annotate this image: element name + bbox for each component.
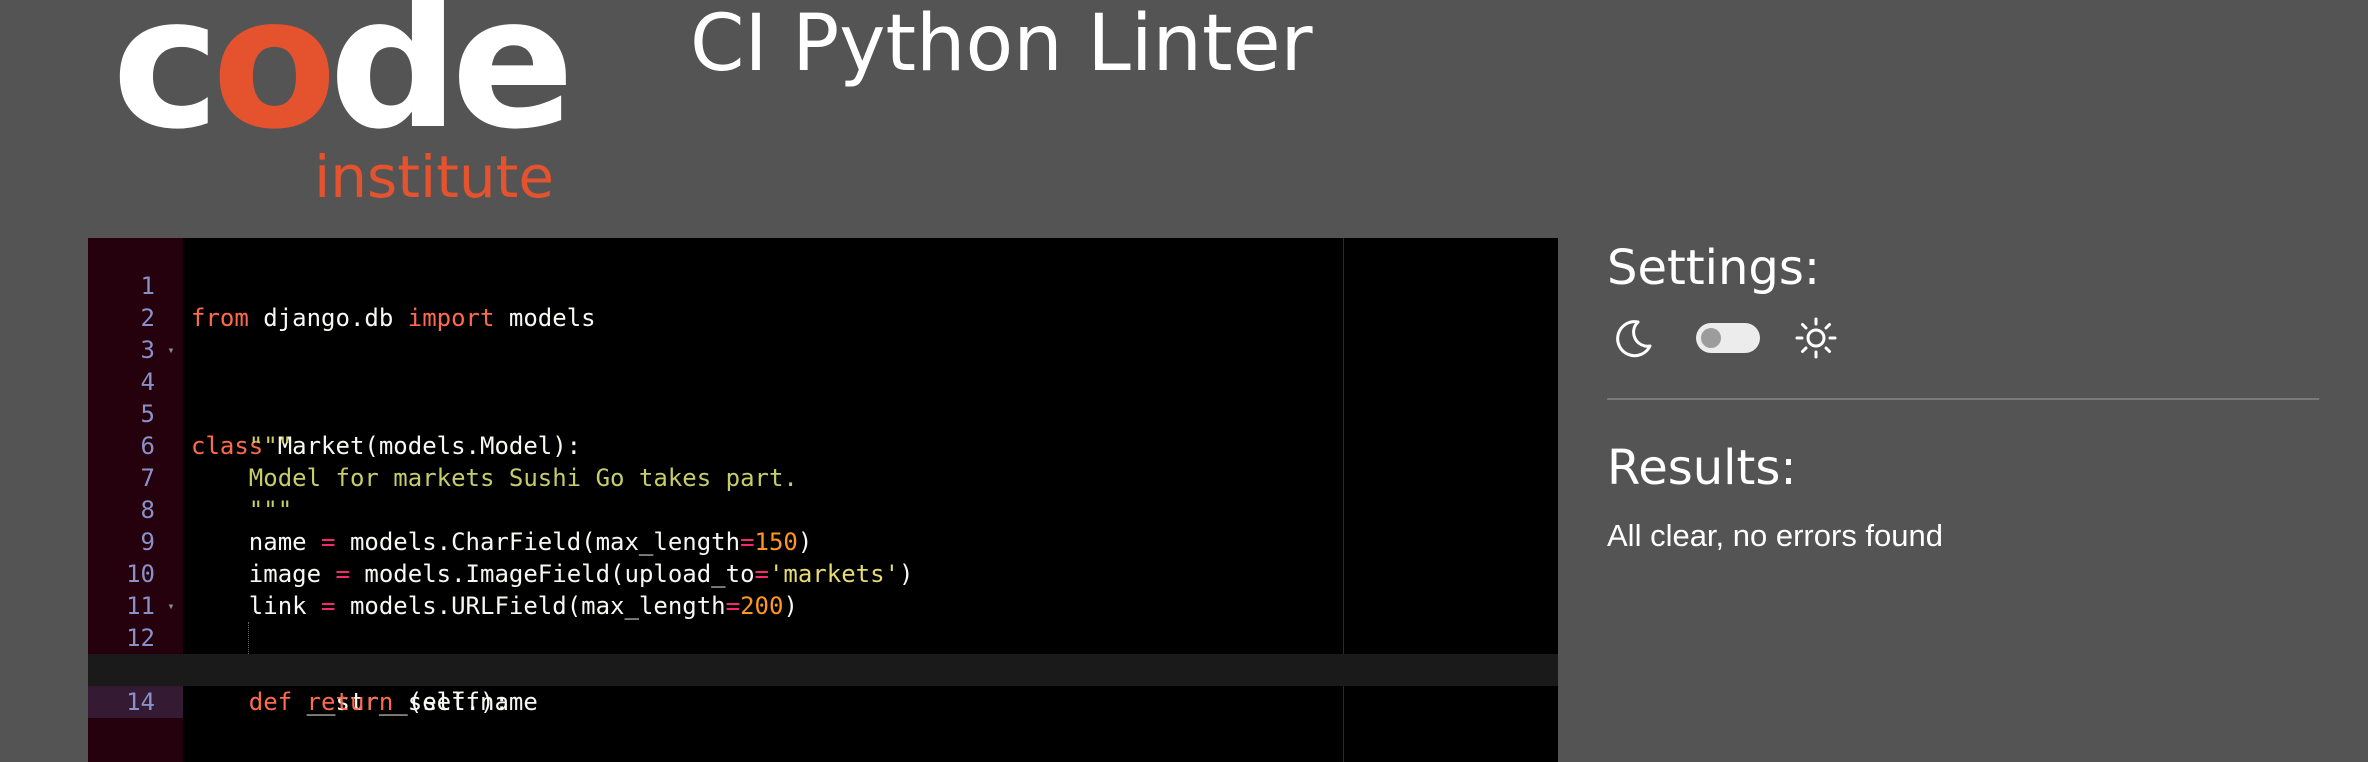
sun-icon <box>1794 316 1838 360</box>
logo-wordmark: code <box>112 0 575 154</box>
code-line-14[interactable]: 14 <box>88 654 1558 718</box>
page-title: CI Python Linter <box>690 0 1313 89</box>
code-line-10[interactable]: 10 link = models.URLField(max_length=200… <box>88 526 1558 620</box>
theme-toggle-switch[interactable] <box>1696 323 1760 353</box>
moon-icon <box>1612 316 1656 360</box>
results-heading: Results: <box>1607 440 1797 496</box>
code-institute-logo: code institute <box>112 0 575 211</box>
line-number: 14 <box>88 686 183 718</box>
code-line-11[interactable]: 11 <box>88 558 1558 620</box>
fold-toggle-icon[interactable]: ▾ <box>164 334 178 366</box>
results-message: All clear, no errors found <box>1607 518 1944 553</box>
code-line-6[interactable]: 6 Model for markets Sushi Go takes part. <box>88 398 1558 492</box>
code-line-9[interactable]: 9 image = models.ImageField(upload_to='m… <box>88 494 1558 588</box>
code-line-4[interactable]: 4 ▾ class Market(models.Model): <box>88 334 1558 460</box>
theme-switcher <box>1612 312 1852 364</box>
code-line-5[interactable]: 5 """ <box>88 366 1558 460</box>
logo-letter-c: c <box>112 0 220 169</box>
code-line-2[interactable]: 2 <box>88 270 1558 332</box>
keyword: return <box>191 688 394 716</box>
panel-divider <box>1607 398 2319 400</box>
fold-toggle-icon[interactable]: ▾ <box>164 590 178 622</box>
code-editor[interactable]: 1 from django.db import models 2 3 4 ▾ c… <box>88 238 1558 762</box>
settings-heading: Settings: <box>1607 240 1821 296</box>
code-line-7[interactable]: 7 """ <box>88 430 1558 524</box>
code-line-3[interactable]: 3 <box>88 302 1558 364</box>
code-line-1[interactable]: 1 from django.db import models <box>88 238 1558 332</box>
logo-subtitle: institute <box>314 143 554 211</box>
toggle-knob <box>1701 328 1721 348</box>
line-content: return self.name <box>191 686 538 718</box>
code-line-12[interactable]: 12 ▾ def __str__(self): <box>88 590 1558 716</box>
code-line-13[interactable]: 13 return self.name <box>88 622 1558 716</box>
code-text: self.name <box>393 688 538 716</box>
logo-letter-o: o <box>211 0 337 169</box>
indent-guide <box>248 622 250 654</box>
code-line-8[interactable]: 8 name = models.CharField(max_length=150… <box>88 462 1558 556</box>
page: code institute CI Python Linter 1 from d… <box>0 0 2368 762</box>
